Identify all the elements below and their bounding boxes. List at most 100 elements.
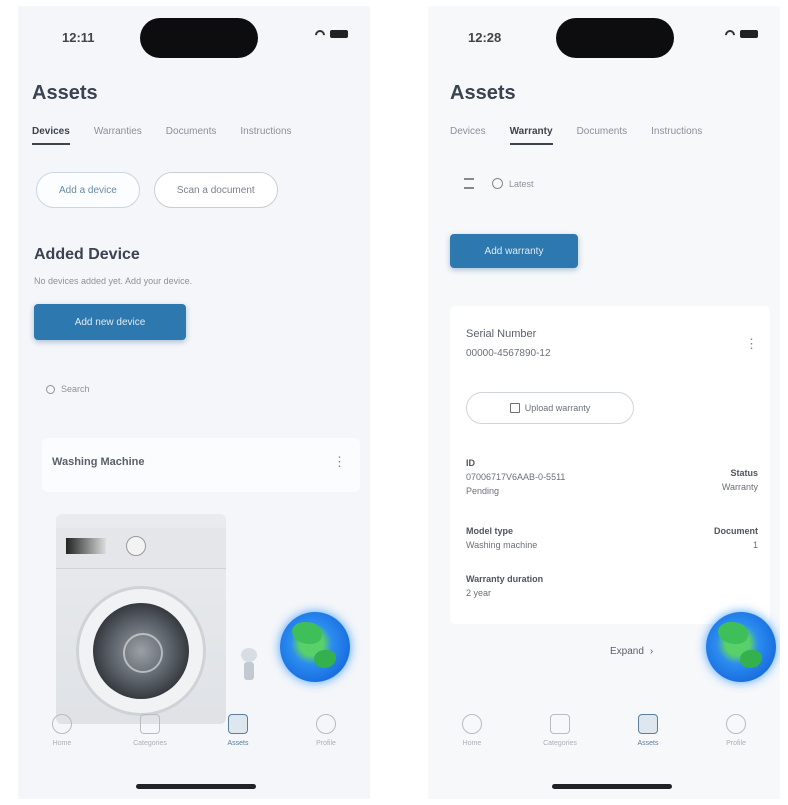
expand-link[interactable]: Expand › [610, 646, 653, 657]
scan-document-chip[interactable]: Scan a document [153, 172, 278, 208]
device-card[interactable]: Washing Machine ⋮ [42, 438, 360, 492]
nav-label: Categories [133, 740, 167, 747]
dynamic-island [140, 18, 258, 58]
status-icons [315, 30, 348, 38]
nav-label: Profile [726, 740, 746, 747]
id-label: ID [466, 458, 475, 468]
control-panel [56, 528, 226, 569]
nav-label: Categories [543, 740, 577, 747]
tab-warranties[interactable]: Warranties [94, 126, 142, 145]
model-value: Washing machine [466, 540, 538, 550]
status-icons [725, 30, 758, 38]
warranty-value: 2 year [466, 588, 492, 598]
tab-warranty[interactable]: Warranty [509, 126, 553, 145]
more-options-icon[interactable]: ⋮ [745, 336, 758, 352]
upload-warranty-button[interactable]: Upload warranty [466, 392, 634, 424]
nav-profile[interactable]: Profile [701, 714, 771, 747]
status-label: Status [730, 468, 758, 478]
nav-categories[interactable]: Categories [525, 714, 595, 747]
nav-home[interactable]: Home [27, 714, 97, 747]
section-title: Added Device [34, 246, 140, 263]
page-title: Assets [450, 82, 516, 104]
status-time: 12:28 [468, 30, 502, 45]
sort-control[interactable]: Latest [492, 178, 534, 189]
phone-screen-warranty: 12:28 Assets Devices Warranty Documents … [428, 6, 780, 799]
warranty-card: Serial Number 00000-4567890-12 ⋮ Upload … [450, 306, 770, 657]
search-icon [46, 384, 55, 394]
model-label: Model type [466, 526, 514, 536]
nav-label: Assets [227, 740, 249, 747]
status-bar: 12:11 [18, 6, 370, 66]
tab-instructions[interactable]: Instructions [240, 126, 291, 145]
dynamic-island [556, 18, 674, 58]
tab-devices[interactable]: Devices [450, 126, 486, 145]
search-field[interactable]: Search [46, 384, 90, 394]
action-chips: Add a device Scan a document [36, 172, 278, 208]
nav-label: Home [462, 740, 482, 747]
id-sub: Pending [466, 486, 500, 496]
more-options-icon[interactable]: ⋮ [333, 454, 346, 470]
warranty-duration-field: Warranty duration 2 year [466, 572, 543, 600]
expand-label: Expand [610, 646, 644, 657]
asset-tabs: Devices Warranty Documents Instructions [450, 126, 780, 145]
nav-categories[interactable]: Categories [115, 714, 185, 747]
washer-drum [93, 603, 189, 699]
robot-assistant-icon [238, 648, 260, 682]
status-field: Status Warranty [722, 466, 758, 494]
sort-label: Latest [509, 178, 534, 189]
home-indicator[interactable] [136, 784, 256, 789]
washing-machine-image [56, 514, 226, 724]
edit-icon [509, 403, 520, 413]
wifi-icon [315, 30, 325, 38]
phone-screen-devices: 12:11 Assets Devices Warranties Document… [18, 6, 370, 799]
filter-icon[interactable] [464, 178, 474, 189]
nav-home[interactable]: Home [437, 714, 507, 747]
filter-sort-row: Latest [464, 178, 534, 189]
search-placeholder: Search [61, 384, 90, 394]
document-field: Document 1 [714, 524, 758, 552]
asset-tabs: Devices Warranties Documents Instruction… [32, 126, 370, 145]
tab-instructions[interactable]: Instructions [651, 126, 702, 145]
categories-icon [550, 714, 570, 734]
nav-label: Profile [316, 740, 336, 747]
section-subtitle: No devices added yet. Add your device. [34, 276, 193, 286]
categories-icon [140, 714, 160, 734]
add-new-device-button[interactable]: Add new device [34, 304, 186, 340]
globe-icon[interactable] [280, 612, 350, 682]
status-bar: 12:28 [428, 6, 780, 66]
document-value: 1 [752, 540, 758, 550]
home-icon [462, 714, 482, 734]
device-name: Washing Machine [52, 456, 145, 468]
nav-assets[interactable]: Assets [613, 714, 683, 747]
washer-door [76, 586, 206, 716]
home-indicator[interactable] [552, 784, 672, 789]
bottom-navigation: Home Categories Assets Profile [428, 706, 780, 774]
tab-documents[interactable]: Documents [166, 126, 217, 145]
panel-knob [126, 536, 146, 556]
tab-devices[interactable]: Devices [32, 126, 70, 145]
add-device-chip[interactable]: Add a device [36, 172, 140, 208]
id-value: 07006717V6AAB-0-5511 [466, 472, 566, 482]
chevron-right-icon: › [649, 646, 654, 657]
status-time: 12:11 [62, 30, 95, 45]
add-warranty-button[interactable]: Add warranty [450, 234, 578, 268]
model-field: Model type Washing machine [466, 524, 537, 552]
tab-documents[interactable]: Documents [577, 126, 628, 145]
document-label: Document [713, 526, 758, 536]
battery-icon [330, 30, 348, 38]
upload-warranty-label: Upload warranty [524, 403, 591, 413]
battery-icon [740, 30, 758, 38]
profile-icon [726, 714, 746, 734]
nav-assets[interactable]: Assets [203, 714, 273, 747]
profile-icon [316, 714, 336, 734]
warranty-label: Warranty duration [466, 574, 544, 584]
nav-label: Home [52, 740, 72, 747]
record-subtitle: 00000-4567890-12 [466, 348, 551, 359]
home-icon [52, 714, 72, 734]
id-field: ID 07006717V6AAB-0-5511 Pending [466, 456, 565, 498]
assets-icon [228, 714, 248, 734]
panel-display [66, 538, 106, 554]
nav-profile[interactable]: Profile [291, 714, 361, 747]
bottom-navigation: Home Categories Assets Profile [18, 706, 370, 774]
globe-icon[interactable] [706, 612, 776, 682]
